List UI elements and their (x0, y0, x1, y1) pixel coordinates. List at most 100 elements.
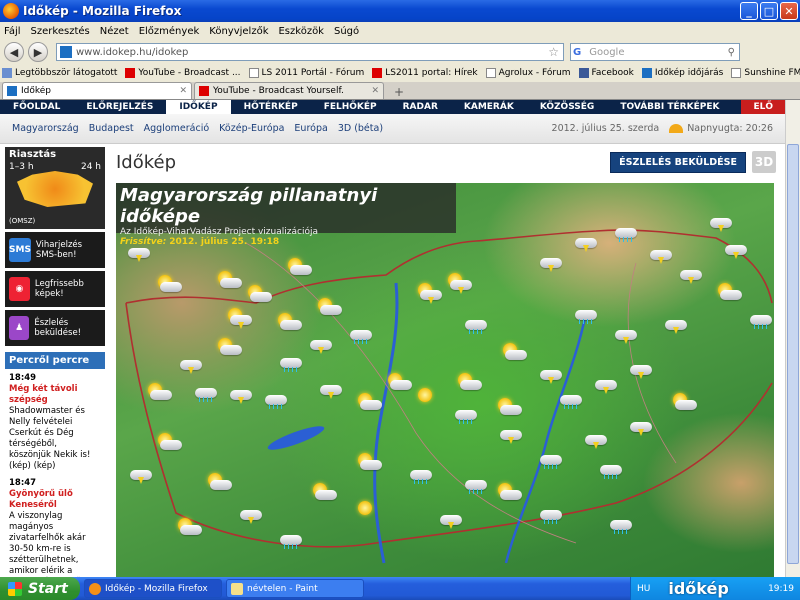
weather-symbol[interactable] (496, 483, 522, 503)
bookmark-item[interactable]: Facebook (578, 68, 634, 78)
weather-symbol[interactable] (746, 308, 772, 329)
weather-symbol[interactable] (206, 473, 232, 493)
weather-symbol[interactable] (146, 383, 172, 403)
menu-edit[interactable]: Szerkesztés (31, 26, 90, 37)
subnav-item[interactable]: Agglomeráció (144, 123, 210, 134)
3d-view-button[interactable]: 3D (752, 151, 776, 173)
weather-symbol[interactable] (286, 258, 312, 278)
news-item[interactable]: 18:47 Gyönyörű ülő Keneséről A viszonyla… (9, 478, 101, 577)
close-button[interactable]: ✕ (780, 2, 798, 20)
search-icon[interactable]: ⚲ (728, 47, 735, 58)
weather-symbol[interactable] (536, 448, 562, 469)
login-button[interactable]: ELŐ (741, 100, 785, 114)
weather-symbol[interactable] (436, 508, 462, 529)
site-nav-item[interactable]: KAMERÁK (451, 100, 527, 114)
weather-symbol[interactable] (591, 373, 617, 394)
alert-map[interactable] (17, 171, 93, 207)
bookmark-item[interactable]: LS 2011 Portál - Fórum (248, 68, 364, 78)
weather-symbol[interactable] (316, 378, 342, 399)
weather-symbol[interactable] (606, 513, 632, 534)
weather-symbol[interactable] (156, 275, 182, 295)
weather-symbol[interactable] (246, 285, 272, 305)
weather-symbol[interactable] (156, 433, 182, 453)
start-button[interactable]: Start (0, 577, 80, 600)
weather-symbol[interactable] (316, 298, 342, 318)
language-indicator[interactable]: HU (637, 584, 650, 594)
subnav-item[interactable]: Budapest (89, 123, 134, 134)
weather-symbol[interactable] (706, 211, 732, 232)
weather-symbol[interactable] (276, 313, 302, 333)
weather-symbol[interactable] (626, 358, 652, 379)
weather-symbol[interactable] (356, 393, 382, 413)
weather-symbol[interactable] (461, 473, 487, 494)
sms-alert-button[interactable]: SMS Viharjelzés SMS-ben! (5, 232, 105, 268)
weather-symbol[interactable] (596, 458, 622, 479)
window-titlebar[interactable]: Időkép - Mozilla Firefox _ □ ✕ (0, 0, 800, 22)
bookmark-item[interactable]: YouTube - Broadcast ... (125, 68, 241, 78)
maximize-button[interactable]: □ (760, 2, 778, 20)
weather-symbol[interactable] (226, 308, 252, 329)
search-engine-icon[interactable]: G (573, 47, 581, 58)
minimize-button[interactable]: _ (740, 2, 758, 20)
weather-symbol[interactable] (226, 383, 252, 404)
bookmark-star-icon[interactable]: ☆ (548, 45, 559, 59)
weather-symbol[interactable] (416, 388, 442, 408)
alert-widget[interactable]: Riasztás 1–3 h 24 h (OMSZ) (5, 147, 105, 229)
search-input[interactable]: Google (589, 47, 727, 58)
weather-symbol[interactable] (216, 271, 242, 291)
tab-close-icon[interactable]: ✕ (179, 86, 187, 96)
menu-view[interactable]: Nézet (100, 26, 129, 37)
tab-idokep[interactable]: Időkép ✕ (2, 82, 192, 99)
tab-youtube[interactable]: YouTube - Broadcast Yourself. ✕ (194, 82, 384, 99)
page-scrollbar[interactable] (785, 100, 800, 577)
task-paint[interactable]: névtelen - Paint (226, 579, 364, 598)
weather-symbol[interactable] (571, 303, 597, 324)
subnav-item[interactable]: Európa (294, 123, 327, 134)
site-nav-item-active[interactable]: IDŐKÉP (166, 100, 231, 114)
site-nav-item[interactable]: ELŐREJELZÉS (73, 100, 166, 114)
weather-symbol[interactable] (446, 273, 472, 294)
bookmark-item[interactable]: Legtöbbször látogatott (2, 68, 117, 78)
weather-symbol[interactable] (456, 373, 482, 393)
weather-symbol[interactable] (124, 241, 150, 262)
weather-symbol[interactable] (236, 503, 262, 524)
site-nav-item[interactable]: TOVÁBBI TÉRKÉPEK (607, 100, 732, 114)
weather-symbol[interactable] (626, 415, 652, 436)
site-nav-item[interactable]: HŐTÉRKÉP (231, 100, 311, 114)
menu-bookmarks[interactable]: Könyvjelzők (209, 26, 268, 37)
new-tab-button[interactable]: + (388, 85, 410, 99)
site-nav-item[interactable]: FŐOLDAL (0, 100, 73, 114)
subnav-item[interactable]: Magyarország (12, 123, 79, 134)
weather-symbol[interactable] (611, 221, 637, 242)
site-nav-item[interactable]: KÖZÖSSÉG (527, 100, 608, 114)
weather-symbol[interactable] (276, 351, 302, 372)
weather-symbol[interactable] (536, 503, 562, 524)
news-item[interactable]: 18:49 Még két távoli szépség Shadowmaste… (9, 373, 101, 472)
weather-symbol[interactable] (126, 463, 152, 484)
weather-symbol[interactable] (461, 313, 487, 334)
clock[interactable]: 19:19 (768, 584, 794, 594)
menu-tools[interactable]: Eszközök (278, 26, 324, 37)
submit-observation-button[interactable]: ÉSZLELÉS BEKÜLDÉSE (610, 151, 746, 173)
bookmark-item[interactable]: Agrolux - Fórum (485, 68, 571, 78)
weather-symbol[interactable] (451, 403, 477, 424)
weather-symbol[interactable] (496, 398, 522, 418)
back-button[interactable]: ◀ (4, 42, 24, 62)
weather-symbol[interactable] (716, 283, 742, 303)
weather-symbol[interactable] (581, 428, 607, 449)
menu-file[interactable]: Fájl (4, 26, 21, 37)
url-text[interactable]: www.idokep.hu/idokep (76, 47, 548, 58)
weather-symbol[interactable] (646, 243, 672, 264)
weather-symbol[interactable] (176, 518, 202, 538)
weather-symbol[interactable] (536, 251, 562, 272)
weather-symbol[interactable] (556, 388, 582, 409)
subnav-item[interactable]: Közép-Európa (219, 123, 284, 134)
weather-symbol[interactable] (386, 373, 412, 393)
weather-symbol[interactable] (676, 263, 702, 284)
weather-map[interactable]: Magyarország pillanatnyi időképe Az Idők… (116, 183, 774, 577)
weather-symbol[interactable] (346, 323, 372, 344)
weather-symbol[interactable] (356, 501, 382, 521)
weather-symbol[interactable] (176, 353, 202, 374)
menu-help[interactable]: Súgó (334, 26, 359, 37)
weather-symbol[interactable] (496, 423, 522, 444)
